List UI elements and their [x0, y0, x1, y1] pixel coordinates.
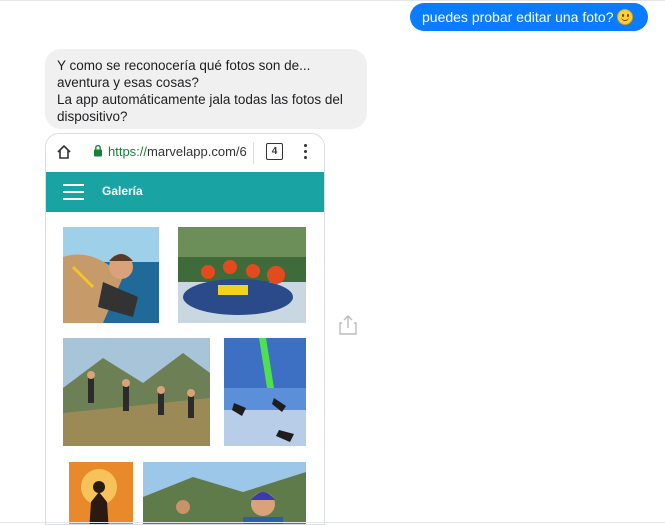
gallery-photo	[63, 338, 210, 446]
lock-icon	[94, 144, 102, 157]
browser-url-bar: https://marvelapp.com/6 4	[46, 134, 324, 173]
photo-gallery	[46, 212, 324, 524]
incoming-message-line: Y como se reconocería qué fotos son de..…	[57, 58, 311, 73]
gallery-photo	[63, 227, 159, 323]
url-scheme: https://	[108, 144, 148, 159]
url-bar-divider	[253, 142, 254, 164]
url-text: https://marvelapp.com/6	[108, 144, 248, 159]
outgoing-message-bubble[interactable]: puedes probar editar una foto?	[410, 3, 648, 31]
shared-screenshot-image[interactable]: https://marvelapp.com/6 4 Galería	[45, 133, 325, 525]
bottom-divider	[0, 522, 665, 523]
incoming-message-line: aventura y esas cosas?	[57, 75, 199, 90]
outgoing-message-text: puedes probar editar una foto?	[422, 9, 614, 25]
hamburger-menu-icon	[63, 184, 84, 200]
share-icon[interactable]	[338, 314, 358, 336]
incoming-message-bubble[interactable]: Y como se reconocería qué fotos son de..…	[45, 49, 367, 129]
url-host: marvelapp.com/6	[147, 144, 247, 159]
app-title: Galería	[102, 184, 143, 198]
top-divider	[0, 0, 665, 1]
gallery-photo	[69, 462, 133, 524]
smile-emoji-icon	[617, 9, 634, 25]
incoming-message-line: dispositivo?	[57, 109, 128, 124]
more-vert-icon	[304, 144, 308, 160]
gallery-photo	[178, 227, 306, 323]
tabs-icon: 4	[266, 143, 283, 160]
app-bar: Galería	[46, 172, 324, 212]
home-icon	[57, 144, 71, 159]
gallery-photo	[143, 462, 306, 524]
incoming-message-line: La app automáticamente jala todas las fo…	[57, 92, 343, 107]
gallery-photo	[224, 338, 306, 446]
